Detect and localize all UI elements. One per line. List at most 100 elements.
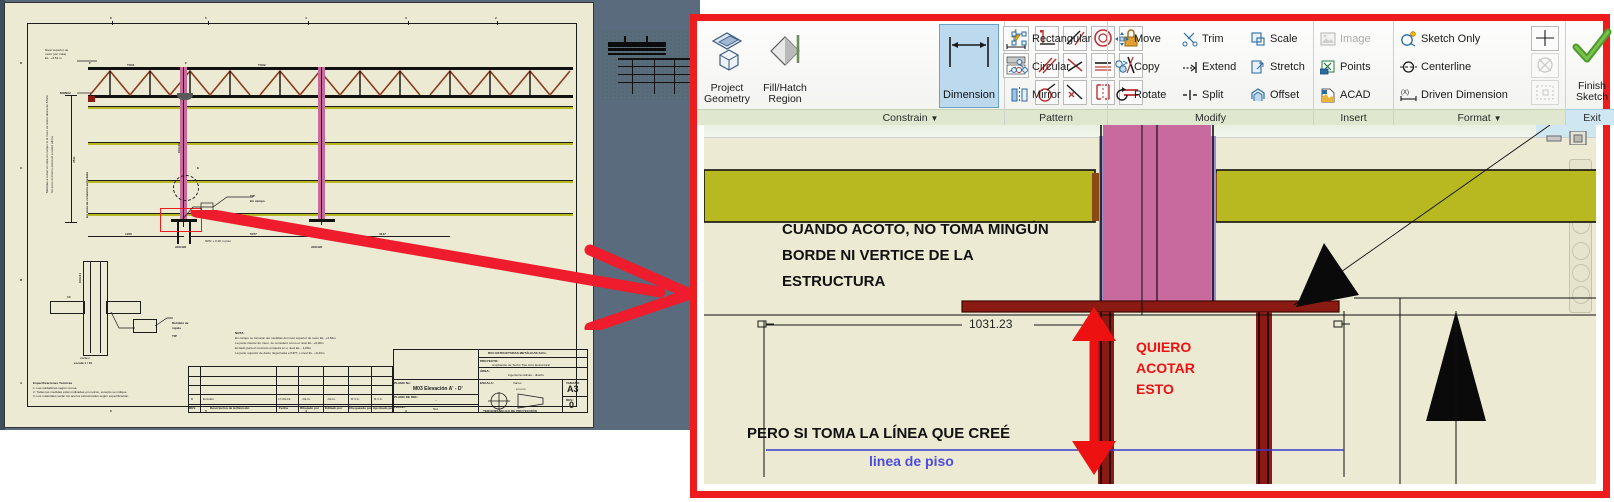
panel-insert: Insert Image Points ACAD [1314, 21, 1394, 125]
circular-pattern-label: Circular [1032, 61, 1070, 73]
dimension-button[interactable]: Dimension [939, 24, 999, 108]
notes-line: El dado para el concreto empieza en e ni… [235, 346, 312, 350]
rotate-label: Rotate [1134, 89, 1167, 101]
centerline-button[interactable]: Centerline [1398, 56, 1524, 78]
svg-text:(X): (X) [1401, 90, 1409, 96]
scale-button[interactable]: Scale [1248, 28, 1314, 50]
horizontal-dimension-value[interactable]: 1031.23 [969, 317, 1012, 331]
grid-tick [308, 21, 309, 25]
project-geometry-button[interactable]: Project Geometry [699, 25, 755, 107]
detail-dim: 10 [67, 295, 71, 299]
rev-cell: R.V.C. [374, 397, 383, 401]
annotation-note-1-line: BORDE NI VERTICE DE LA [782, 247, 974, 264]
annotation-note-1: CUANDO ACOTO, NO TOMA MINGÚN BORDE NI VE… [782, 217, 1049, 295]
graphics-window[interactable]: 1031.23 CUANDO ACOTO, NO TOMA MINGÚN BOR… [704, 125, 1596, 484]
circular-pattern-button[interactable]: Circular [1009, 56, 1105, 78]
detail-flange-left [50, 301, 85, 314]
red-double-arrow-annotation [1072, 307, 1116, 475]
rotate-icon [1116, 87, 1128, 101]
escala-value: Varios [513, 381, 522, 385]
acad-label: ACAD [1340, 89, 1371, 101]
construction-region-button[interactable] [1531, 80, 1559, 105]
grid-tick [208, 21, 209, 25]
chevron-down-icon[interactable]: ▼ [930, 114, 938, 123]
title-block: 0 Emisión 17-06-19 J.E.G. J.E.G. R.V.C. … [188, 349, 588, 413]
notes-line: La parte superior de dado, llega hasta e… [235, 351, 325, 355]
annotation-note-2: PERO SI TOMA LA LÍNEA QUE CREÉ [747, 421, 1010, 447]
move-button[interactable]: Move [1112, 28, 1178, 50]
side-note-vertical: Medidas a tomar en obra en campo si el m… [45, 94, 49, 193]
title-divider [478, 367, 588, 368]
panel-exit: Exit Finish Sketch [1566, 21, 1614, 125]
sheet-size: A3 [567, 384, 579, 394]
extend-button[interactable]: Extend [1180, 56, 1246, 78]
rev-header: REV. [189, 406, 196, 410]
grid-label-left: B [20, 278, 23, 282]
image-button[interactable]: Image [1318, 28, 1392, 50]
stretch-button[interactable]: Stretch [1248, 56, 1314, 78]
rectangular-pattern-label: Rectangular [1032, 33, 1092, 45]
title-divider [393, 404, 478, 405]
annotation-note-3-line: ACOTAR [1136, 360, 1195, 376]
panel-band [697, 109, 817, 125]
member-tag: ANCHO [311, 245, 323, 249]
rev-table-col [298, 366, 299, 413]
detail-label-vertical: COL01 [78, 273, 82, 283]
fill-hatch-region-button[interactable]: Fill/Hatch Region [757, 25, 813, 107]
split-button[interactable]: Split [1180, 84, 1246, 106]
project-geometry-label: Project Geometry [703, 82, 751, 105]
rev-cell: J.E.G. [302, 397, 311, 401]
plano-no-label: PLANO No: [394, 381, 411, 385]
centerline-label: Centerline [1421, 61, 1472, 73]
rev-header: Editado por [325, 406, 343, 410]
purlin-line [88, 107, 573, 109]
truss-web-members [89, 69, 571, 97]
split-icon [1183, 90, 1197, 100]
copy-icon [1115, 60, 1129, 73]
plano-ref-label: PLANO DE REF.: [394, 395, 419, 399]
center-point-button[interactable] [1531, 53, 1559, 78]
dimension-vertical: 3511 [72, 156, 76, 163]
finish-sketch-button[interactable]: Finish Sketch [1564, 25, 1614, 107]
mirror-button[interactable]: Mirror [1009, 84, 1105, 106]
sketch-only-icon [1401, 31, 1416, 47]
rev-table-row [188, 385, 393, 386]
construction-region-icon [1536, 85, 1554, 100]
floor-line-label: linea de piso [869, 453, 954, 469]
title-divider [562, 396, 588, 397]
dimension-value: 3147 [379, 232, 386, 236]
specs-title: Especificaciones Técnicas [33, 381, 73, 385]
points-icon [1320, 60, 1335, 74]
purlin-edge [88, 106, 573, 107]
grid-tick [497, 21, 498, 25]
offset-button[interactable]: Offset [1248, 84, 1314, 106]
page-white-area [0, 430, 700, 502]
callout-note: EL. +3.52 m [45, 56, 62, 60]
rectangular-pattern-button[interactable]: Rectangular [1009, 28, 1105, 50]
fecha-value: N/A [433, 407, 439, 411]
sketch-only-button[interactable]: Sketch Only [1398, 28, 1524, 50]
detail-circle-label: E [197, 166, 200, 170]
sketch-only-label: Sketch Only [1421, 33, 1481, 45]
rotate-button[interactable]: Rotate [1112, 84, 1178, 106]
copy-button[interactable]: Copy [1112, 56, 1178, 78]
rectangular-pattern-icon [1011, 31, 1027, 46]
notes-title: NOTA: [235, 331, 245, 335]
rev-header: Descripción de la Revisión [210, 406, 250, 410]
construction-point-button[interactable] [1531, 26, 1559, 51]
panel-pattern: Pattern Rectangular Circular Mirror [1005, 21, 1108, 125]
points-button[interactable]: Points [1318, 56, 1392, 78]
dimension-extension-line [71, 95, 72, 223]
trim-button[interactable]: Trim [1180, 28, 1246, 50]
grid-label-left: A [20, 381, 23, 385]
company-line: RVC ESTRUCTURAS METÁLICAS S.R.L. [488, 351, 548, 355]
rev-table-row [188, 394, 393, 395]
offset-label: Offset [1270, 89, 1300, 101]
grid-label-left: C [20, 166, 23, 170]
acad-button[interactable]: ACAD [1318, 84, 1392, 106]
specs-line: 3. Los materiales serán los aceros estru… [33, 394, 130, 398]
driven-dimension-icon: (X) [1400, 90, 1417, 101]
driven-dimension-button[interactable]: (X) Driven Dimension [1398, 84, 1524, 106]
side-note-vertical: Se tomó el mismo desnivel a sobre altura [50, 136, 54, 193]
chevron-down-icon[interactable]: ▼ [1494, 114, 1502, 123]
